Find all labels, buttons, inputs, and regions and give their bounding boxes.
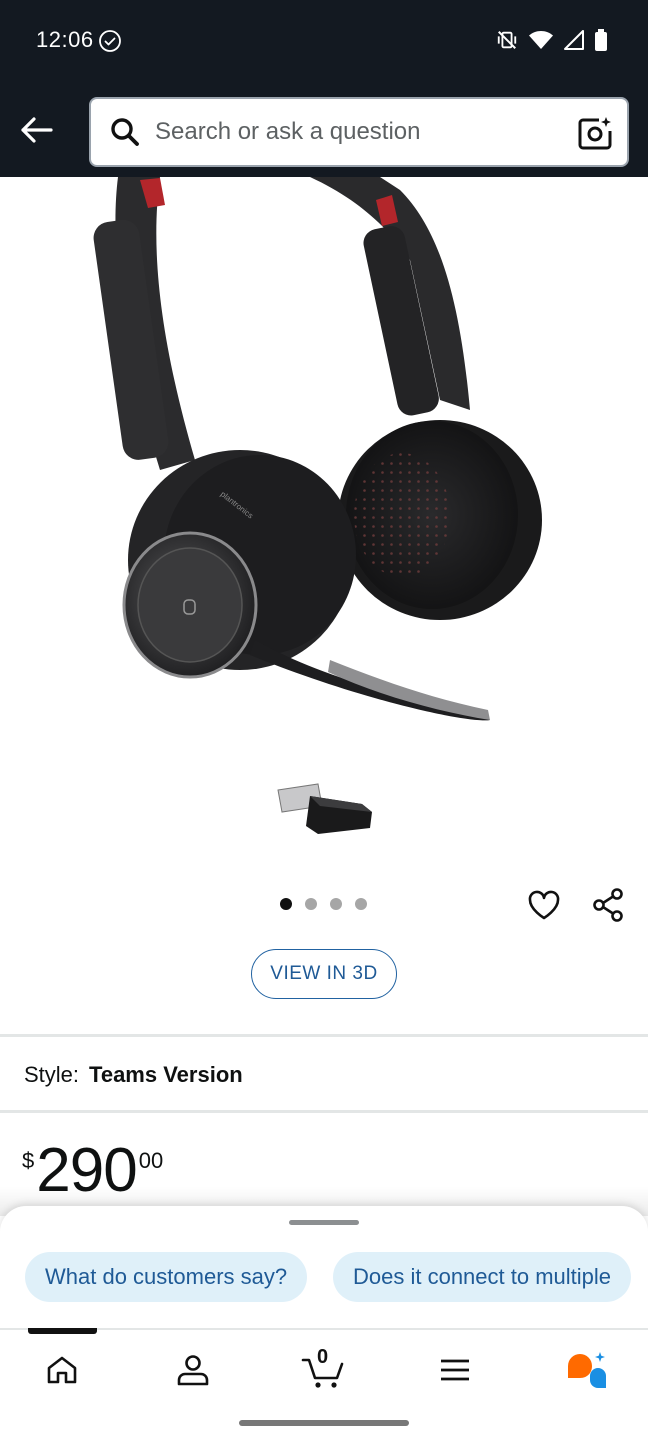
carousel-dot-4[interactable] [355,898,367,910]
usb-dongle-image [277,783,372,834]
add-to-wishlist-button[interactable] [522,883,566,927]
heart-icon [528,890,560,920]
home-icon [47,1356,77,1384]
image-carousel-dots [280,898,367,910]
back-button[interactable] [14,108,58,152]
active-tab-indicator [28,1328,97,1334]
app-header: 12:06 [0,0,648,177]
gesture-navigation-bar[interactable] [239,1420,409,1426]
check-circle-icon [99,30,121,52]
wifi-icon [529,31,553,49]
camera-search-icon [578,117,612,150]
section-divider [0,1110,648,1113]
menu-icon [441,1359,469,1381]
search-input[interactable] [155,118,545,146]
account-icon [177,1355,209,1386]
cart-count: 0 [317,1346,329,1368]
price-currency-symbol: $ [22,1148,35,1173]
nav-account[interactable] [165,1348,221,1392]
suggestion-chip[interactable]: Does it connect to multiple [333,1252,632,1302]
cellular-signal-icon [564,30,584,50]
headset-image: plantronics [93,177,542,834]
view-in-3d-button[interactable]: VIEW IN 3D [251,949,397,999]
suggestions-sheet: What do customers say? Does it connect t… [0,1206,648,1328]
carousel-dot-2[interactable] [305,898,317,910]
bottom-navigation: 0 [0,1328,648,1440]
nav-menu[interactable] [427,1348,483,1392]
product-image[interactable]: plantronics [0,177,648,857]
back-arrow-icon [21,117,53,143]
share-icon [593,888,623,922]
price-fraction: 00 [138,1148,164,1173]
share-button[interactable] [586,883,630,927]
section-divider [0,1034,648,1037]
style-label: Style: [24,1062,80,1087]
style-value: Teams Version [89,1062,243,1087]
search-bar[interactable] [89,97,629,167]
nav-home[interactable] [34,1348,90,1392]
rufus-assistant-icon [568,1352,606,1388]
battery-icon [595,29,607,51]
carousel-dot-3[interactable] [330,898,342,910]
camera-search-button[interactable] [575,113,615,153]
carousel-dot-1[interactable] [280,898,292,910]
status-time: 12:06 [36,27,94,52]
sheet-drag-handle[interactable] [289,1220,359,1225]
nav-cart[interactable]: 0 [296,1346,352,1392]
status-icons [496,28,608,52]
search-icon [109,116,141,148]
style-selector[interactable]: Style: Teams Version [24,1062,243,1088]
vibrate-off-icon [497,31,517,49]
nav-rufus-assistant[interactable] [558,1348,614,1392]
suggestion-chip[interactable]: What do customers say? [25,1252,308,1302]
